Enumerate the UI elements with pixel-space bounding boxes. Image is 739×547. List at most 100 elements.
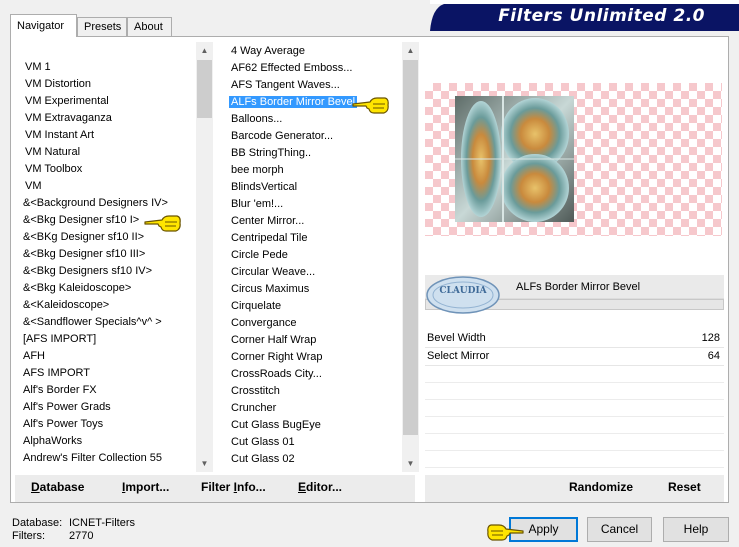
filter-list-item-label: Circle Pede	[231, 249, 288, 261]
category-list-item[interactable]: [AFS IMPORT]	[23, 331, 96, 348]
left-button-bar: Database Import... Filter Info... Editor…	[15, 475, 415, 502]
import-button[interactable]: Import...	[122, 480, 169, 494]
filter-list-item-label: Corner Right Wrap	[231, 351, 323, 363]
category-list-item[interactable]: &<Bkg Designers sf10 IV>	[23, 263, 152, 280]
filter-list-item-label: Crosstitch	[231, 385, 280, 397]
filter-list-item[interactable]: BB StringThing..	[231, 145, 311, 162]
category-list-item[interactable]: Alf's Power Toys	[23, 416, 103, 433]
scroll-up-icon[interactable]: ▲	[402, 42, 419, 59]
filter-list-item[interactable]: AF62 Effected Emboss...	[231, 60, 352, 77]
scroll-thumb[interactable]	[403, 60, 418, 435]
category-list-item[interactable]: &<Kaleidoscope>	[23, 297, 109, 314]
filter-list-item[interactable]: 4 Way Average	[231, 43, 305, 60]
category-list-item[interactable]: AFH	[23, 348, 45, 365]
filter-list-item[interactable]: Center Mirror...	[231, 213, 304, 230]
filter-list-item[interactable]: ALFs Border Mirror Bevel	[229, 94, 358, 111]
category-list-item[interactable]: &<Background Designers IV>	[23, 195, 168, 212]
filter-list-item-label: AFS Tangent Waves...	[231, 79, 340, 91]
cancel-button[interactable]: Cancel	[587, 517, 652, 542]
database-info: Database: ICNET-Filters	[12, 517, 135, 529]
filter-list-item[interactable]: Crosstitch	[231, 383, 280, 400]
category-list-item[interactable]: Andrew's Filter Collection 55	[23, 450, 162, 467]
category-list-item[interactable]: &<Bkg Designer sf10 III>	[23, 246, 145, 263]
empty-param-row	[425, 417, 724, 434]
pointer-hand-icon	[487, 524, 524, 541]
filter-list-item-label: BlindsVertical	[231, 181, 298, 193]
banner-title: Filters Unlimited 2.0	[498, 6, 705, 26]
scroll-down-icon[interactable]: ▼	[196, 455, 213, 472]
category-list-item[interactable]: VM	[25, 178, 42, 195]
param-row-select-mirror[interactable]: Select Mirror 64	[425, 348, 724, 366]
category-list-item[interactable]: &<Bkg Designer sf10 I>	[23, 212, 139, 229]
filter-list-item[interactable]: Circular Weave...	[231, 264, 315, 281]
randomize-button[interactable]: Randomize	[569, 480, 633, 494]
empty-param-row	[425, 400, 724, 417]
tab-navigator[interactable]: Navigator	[10, 14, 77, 37]
filter-list-item[interactable]: Barcode Generator...	[231, 128, 333, 145]
tab-about[interactable]: About	[127, 17, 172, 36]
tab-presets[interactable]: Presets	[77, 17, 127, 36]
category-list-item[interactable]: VM Distortion	[25, 76, 91, 93]
filter-scrollbar[interactable]: ▲ ▼	[402, 42, 419, 472]
filter-list-item[interactable]: BlindsVertical	[231, 179, 297, 196]
filter-list-item[interactable]: CrossRoads City...	[231, 366, 322, 383]
help-button[interactable]: Help	[663, 517, 729, 542]
filter-list-item[interactable]: Circle Pede	[231, 247, 288, 264]
category-list-item[interactable]: VM Toolbox	[25, 161, 82, 178]
preview-area	[425, 83, 722, 236]
category-list-item[interactable]: AlphaWorks	[23, 433, 82, 450]
category-list-item[interactable]: &<Bkg Kaleidoscope>	[23, 280, 131, 297]
category-list-item[interactable]: VM Extravaganza	[25, 110, 112, 127]
filter-list-item-label: Convergance	[231, 317, 297, 329]
database-button[interactable]: Database	[31, 480, 84, 494]
reset-button[interactable]: Reset	[668, 480, 701, 494]
right-button-bar: Randomize Reset	[425, 475, 724, 502]
scroll-thumb[interactable]	[197, 60, 212, 118]
filter-list-item-label: Centripedal Tile	[231, 232, 308, 244]
filter-list-item-label: Corner Half Wrap	[231, 334, 317, 346]
title-banner: Filters Unlimited 2.0	[430, 0, 739, 32]
filter-list-item-label: Barcode Generator...	[231, 130, 334, 142]
filter-list-item[interactable]: AFS Tangent Waves...	[231, 77, 340, 94]
empty-param-row	[425, 434, 724, 451]
category-list-item[interactable]: AFS IMPORT	[23, 365, 90, 382]
category-list[interactable]: VM 1 VM Distortion VM Experimental VM Extra…	[20, 59, 196, 472]
filter-list-item-label: CrossRoads City...	[231, 368, 322, 380]
filter-info-button[interactable]: Filter Info...	[201, 480, 266, 494]
param-row-bevel-width[interactable]: Bevel Width 128	[425, 330, 724, 348]
scroll-down-icon[interactable]: ▼	[402, 455, 419, 472]
filter-list-item[interactable]: Cut Glass BugEye	[231, 417, 321, 434]
category-list-item[interactable]: Alf's Power Grads	[23, 399, 111, 416]
claudia-watermark: CLAUDIA	[425, 275, 501, 315]
filter-list-item[interactable]: Cut Glass 01	[231, 434, 295, 451]
editor-button[interactable]: Editor...	[298, 480, 342, 494]
filter-name-label: ALFs Border Mirror Bevel	[516, 281, 641, 293]
category-list-item[interactable]: VM Experimental	[25, 93, 109, 110]
category-list-item[interactable]: VM Instant Art	[25, 127, 94, 144]
filter-list-item[interactable]: Blur 'em!...	[231, 196, 283, 213]
category-scrollbar[interactable]: ▲ ▼	[196, 42, 213, 472]
param-label: Bevel Width	[427, 332, 486, 344]
filter-list-item[interactable]: Circus Maximus	[231, 281, 309, 298]
filter-list-item[interactable]: Convergance	[231, 315, 296, 332]
filter-list-item[interactable]: Balloons...	[231, 111, 282, 128]
category-list-item[interactable]: Alf's Border FX	[23, 382, 97, 399]
filter-list-item[interactable]: Corner Right Wrap	[231, 349, 323, 366]
filter-list-item[interactable]: Corner Half Wrap	[231, 332, 316, 349]
filter-list-item-label: Circus Maximus	[231, 283, 310, 295]
filter-list-item[interactable]: Cut Glass 02	[231, 451, 295, 468]
filter-list-item-label: Cut Glass BugEye	[231, 419, 321, 431]
filter-list-item[interactable]: Cirquelate	[231, 298, 281, 315]
scroll-up-icon[interactable]: ▲	[196, 42, 213, 59]
empty-param-row	[425, 383, 724, 400]
filter-list-item[interactable]: Cruncher	[231, 400, 276, 417]
filter-list-item-label: Circular Weave...	[231, 266, 316, 278]
category-list-item[interactable]: &<BKg Designer sf10 II>	[23, 229, 144, 246]
category-list-item[interactable]: VM 1	[25, 59, 51, 76]
category-list-item[interactable]: &<Sandflower Specials^v^ >	[23, 314, 162, 331]
filter-list-item[interactable]: Centripedal Tile	[231, 230, 307, 247]
filter-list-item-label: Cut Glass 02	[231, 453, 295, 465]
category-list-item[interactable]: VM Natural	[25, 144, 80, 161]
filter-list-item[interactable]: bee morph	[231, 162, 284, 179]
empty-param-row	[425, 366, 724, 383]
